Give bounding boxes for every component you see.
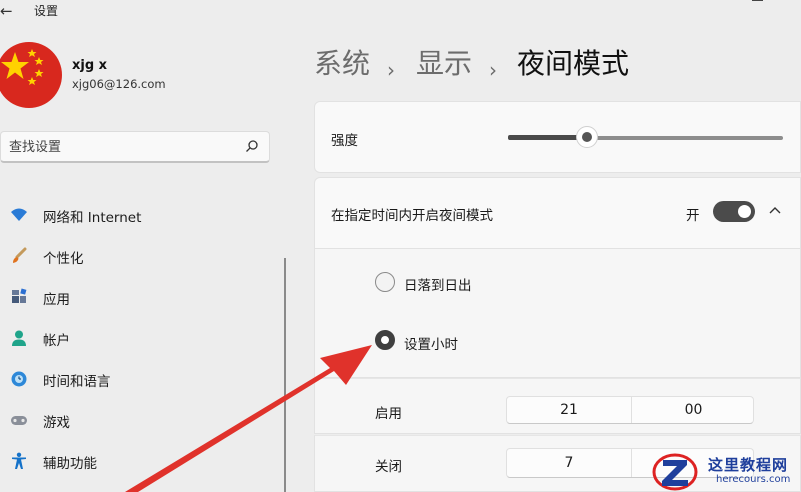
watermark-text: 这里教程网	[708, 456, 789, 474]
watermark-url: herecours.com	[716, 474, 791, 485]
watermark-logo	[652, 453, 698, 491]
annotation-arrow	[125, 345, 372, 492]
